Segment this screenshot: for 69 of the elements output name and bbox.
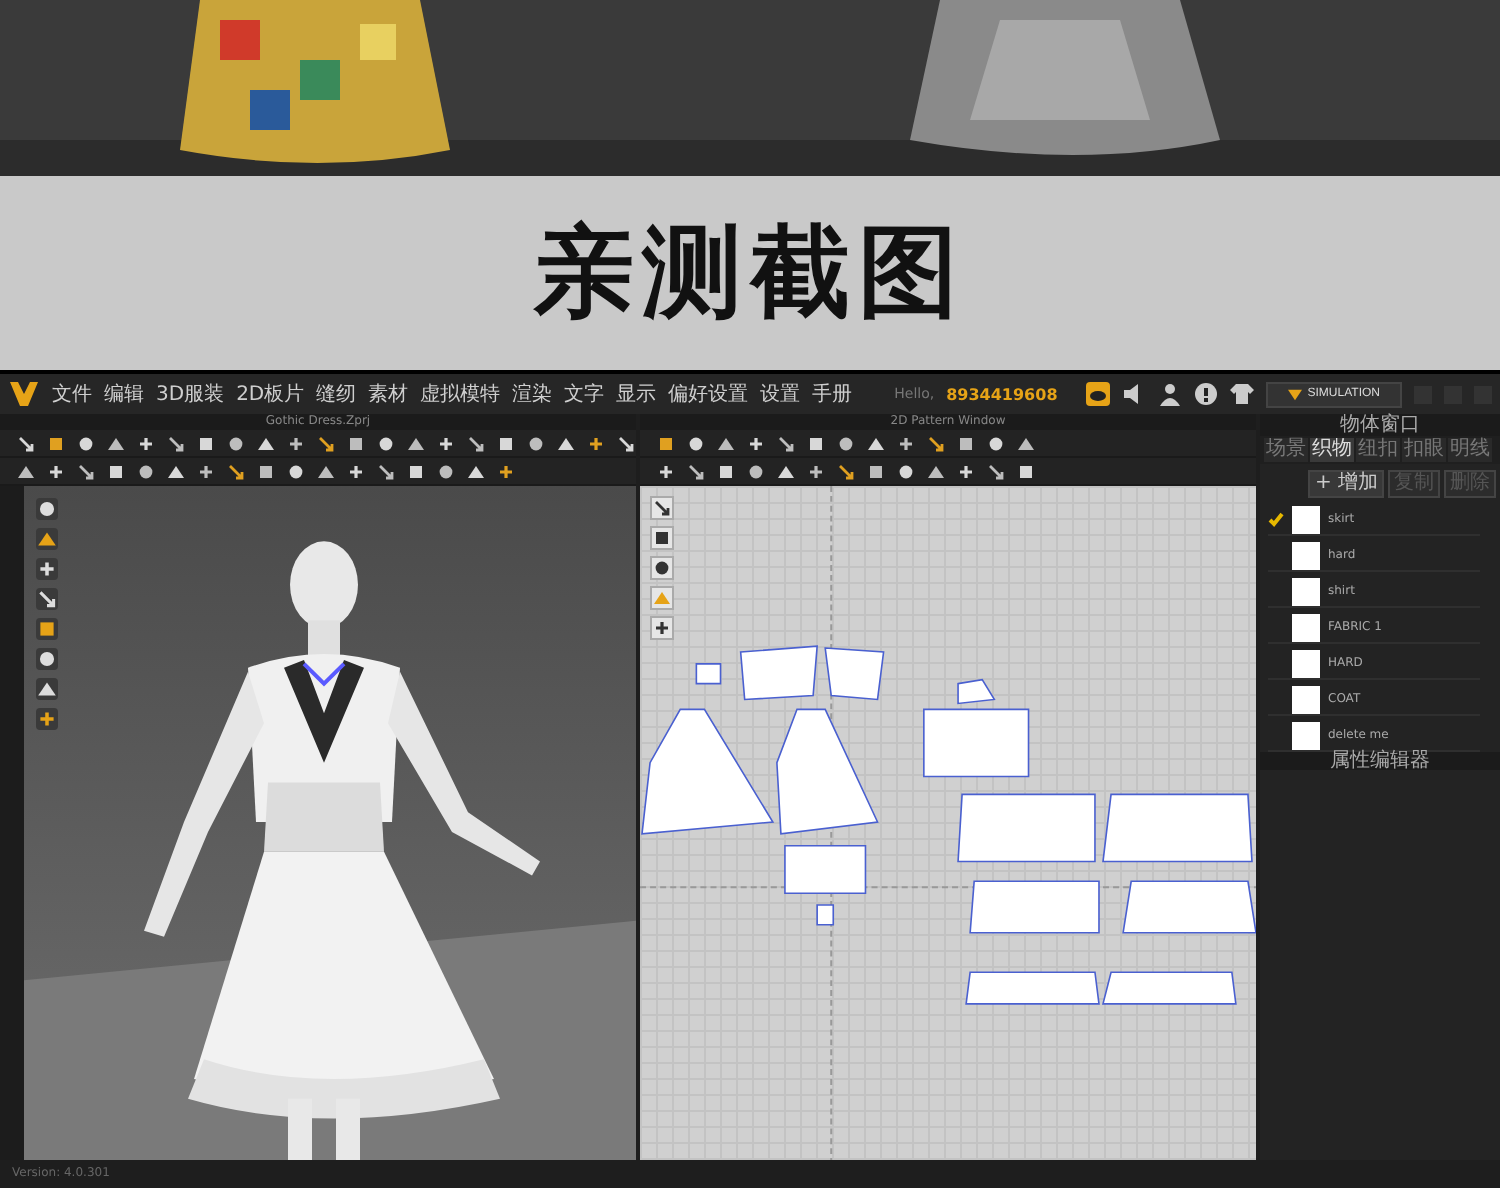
fabric-swatch[interactable] <box>1292 541 1320 569</box>
menu-item[interactable]: 文字 <box>564 380 605 408</box>
menu-item[interactable]: 设置 <box>760 380 801 408</box>
tool-icon[interactable] <box>286 433 306 453</box>
tool-icon[interactable] <box>36 648 58 670</box>
menu-item[interactable]: 缝纫 <box>316 380 357 408</box>
tool-icon[interactable] <box>650 616 674 640</box>
tool-icon[interactable] <box>316 433 336 453</box>
tool-icon[interactable] <box>926 433 946 453</box>
tool-icon[interactable] <box>650 526 674 550</box>
menu-item[interactable]: 编辑 <box>104 380 144 408</box>
heading: 亲测截图 <box>534 212 966 334</box>
menu-item[interactable]: 渲染 <box>512 380 553 408</box>
tool-icon[interactable] <box>166 433 186 453</box>
tool-icon[interactable] <box>746 433 766 453</box>
tool-icon[interactable] <box>436 433 456 453</box>
tool-icon[interactable] <box>806 461 826 481</box>
tool-icon[interactable] <box>896 433 916 453</box>
tool-icon[interactable] <box>46 461 66 481</box>
tool-icon[interactable] <box>36 708 58 730</box>
user-icon[interactable] <box>1157 382 1182 406</box>
tool-icon[interactable] <box>586 433 606 453</box>
tool-icon[interactable] <box>36 498 58 520</box>
panel-tab[interactable]: 织物 <box>1310 438 1354 462</box>
tool-icon[interactable] <box>656 461 676 481</box>
tool-icon[interactable] <box>136 433 156 453</box>
tool-icon[interactable] <box>616 433 636 453</box>
tool-icon[interactable] <box>76 461 96 481</box>
tool-icon[interactable] <box>650 496 674 520</box>
menu-item[interactable]: 显示 <box>616 380 657 408</box>
cloud-icon[interactable] <box>1085 382 1110 406</box>
tool-icon[interactable] <box>986 461 1006 481</box>
account-id: 8934419608 <box>946 385 1058 403</box>
panel-title: 物体窗口 <box>1260 414 1500 436</box>
tool-icon[interactable] <box>466 433 486 453</box>
fabric-swatch[interactable] <box>1292 613 1320 641</box>
tool-icon[interactable] <box>836 461 856 481</box>
shirt-icon[interactable] <box>1229 382 1254 406</box>
tool-icon[interactable] <box>36 678 58 700</box>
tool-icon[interactable] <box>376 461 396 481</box>
panel-button[interactable]: + 增加 <box>1308 470 1384 498</box>
tool-icon[interactable] <box>776 433 796 453</box>
tool-icon[interactable] <box>226 461 246 481</box>
menu-item[interactable]: 2D板片 <box>236 380 305 408</box>
fabric-swatch[interactable] <box>1292 721 1320 749</box>
menu-item[interactable]: 文件 <box>52 380 92 408</box>
tool-icon[interactable] <box>686 461 706 481</box>
fabric-swatch[interactable] <box>1292 649 1320 677</box>
menu-item[interactable]: 偏好设置 <box>668 380 749 408</box>
tool-icon[interactable] <box>346 461 366 481</box>
fabric-swatch[interactable] <box>1292 685 1320 713</box>
tool-icon[interactable] <box>36 528 58 550</box>
check-icon[interactable] <box>1268 511 1284 527</box>
help-icon[interactable] <box>1193 382 1218 406</box>
menu-item[interactable]: 素材 <box>368 380 409 408</box>
tool-icon[interactable] <box>496 461 516 481</box>
tool-icon[interactable] <box>650 556 674 580</box>
tool-icon[interactable] <box>196 461 216 481</box>
fabric-swatch[interactable] <box>1292 577 1320 605</box>
tool-icon[interactable] <box>956 461 976 481</box>
tool-icon[interactable] <box>36 618 58 640</box>
panel-title: 属性编辑器 <box>1260 752 1500 770</box>
menu-item[interactable]: 3D服装 <box>156 380 225 408</box>
menu-item[interactable]: 虚拟模特 <box>420 380 501 408</box>
logo-icon <box>8 378 40 410</box>
chevron-icon <box>1287 387 1302 401</box>
fabric-swatch[interactable] <box>1292 505 1320 533</box>
menu-item[interactable]: 手册 <box>812 380 853 408</box>
tool-icon[interactable] <box>16 433 36 453</box>
